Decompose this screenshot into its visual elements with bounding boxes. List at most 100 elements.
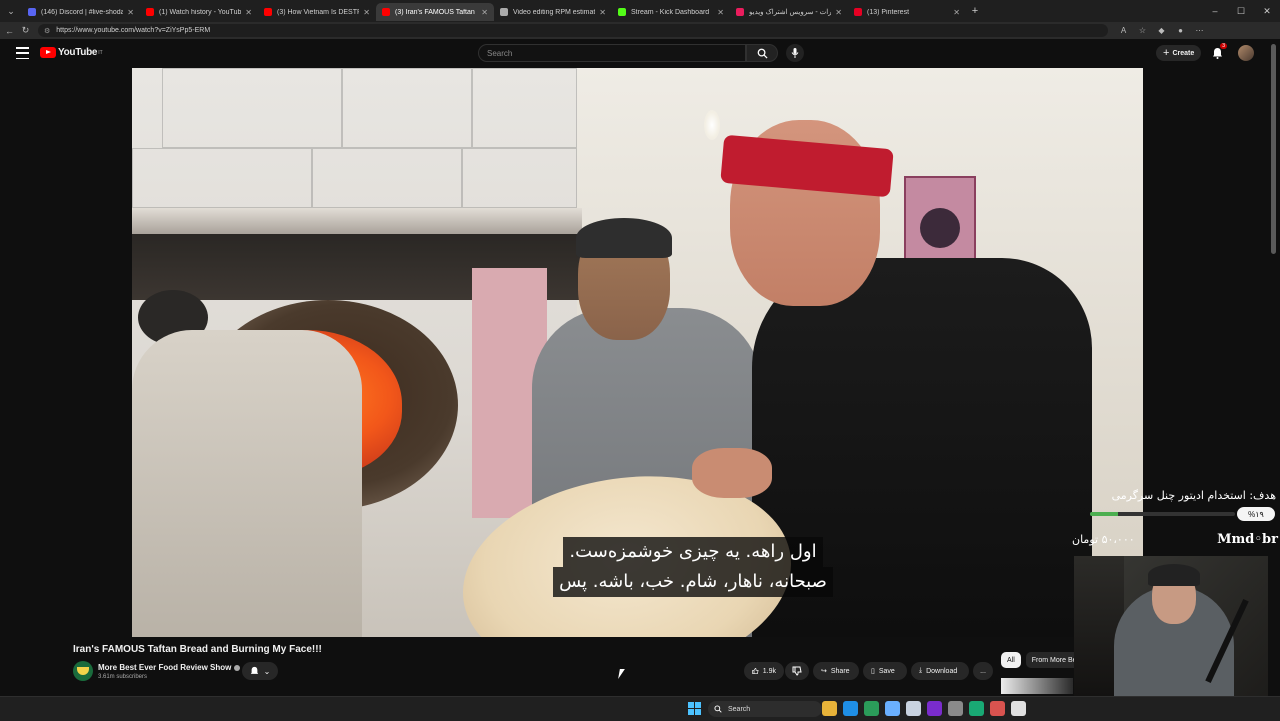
search-icon bbox=[757, 48, 768, 59]
close-tab-icon[interactable]: ✕ bbox=[481, 8, 488, 17]
youtube-header: YouTube IT Search + Create 3 bbox=[0, 39, 1280, 68]
browser-tabstrip: ⌄ (146) Discord | #live-shodam | b...✕(1… bbox=[0, 0, 1280, 22]
subscribed-bell-button[interactable]: ⌄ bbox=[242, 662, 278, 680]
video-title: Iran's FAMOUS Taftan Bread and Burning M… bbox=[73, 644, 322, 655]
taskbar-app-icon[interactable] bbox=[1011, 701, 1026, 716]
windows-start-icon[interactable] bbox=[688, 702, 701, 715]
notification-badge: 3 bbox=[1220, 43, 1227, 49]
minimize-icon[interactable]: – bbox=[1202, 0, 1228, 22]
wall-tile bbox=[462, 148, 577, 208]
share-icon: ↪ bbox=[821, 668, 827, 675]
close-tab-icon[interactable]: ✕ bbox=[245, 8, 252, 17]
country-code: IT bbox=[98, 49, 103, 56]
close-tab-icon[interactable]: ✕ bbox=[127, 8, 134, 17]
tab-title: Stream - Kick Dashboard bbox=[631, 8, 710, 16]
taskbar-app-icon[interactable] bbox=[864, 701, 879, 716]
browser-tab[interactable]: آپارات - سرویس اشتراک ویدیو ✕ bbox=[730, 3, 848, 21]
wall-tile bbox=[342, 68, 472, 148]
search-input[interactable]: Search bbox=[478, 44, 746, 62]
voice-search-button[interactable] bbox=[786, 44, 804, 62]
menu-dots-icon[interactable]: ⋯ bbox=[1190, 26, 1209, 35]
close-window-icon[interactable]: ✕ bbox=[1254, 0, 1280, 22]
profile-icon[interactable]: ● bbox=[1171, 26, 1190, 35]
notifications-button[interactable]: 3 bbox=[1210, 43, 1227, 60]
thumbs-up-icon bbox=[752, 667, 759, 675]
browser-tab[interactable]: Stream - Kick Dashboard ✕ bbox=[612, 3, 730, 21]
bell-icon bbox=[250, 666, 258, 674]
maximize-icon[interactable]: ☐ bbox=[1228, 0, 1254, 22]
close-tab-icon[interactable]: ✕ bbox=[363, 8, 370, 17]
tab-favicon-icon bbox=[618, 8, 626, 16]
extension-icon[interactable]: ◆ bbox=[1152, 26, 1171, 35]
taskbar-app-icon[interactable] bbox=[948, 701, 963, 716]
site-info-icon[interactable]: ⚙ bbox=[44, 27, 50, 35]
browser-tab[interactable]: (13) Pinterest ✕ bbox=[848, 3, 966, 21]
windows-taskbar: Search bbox=[0, 696, 1280, 721]
close-tab-icon[interactable]: ✕ bbox=[717, 8, 724, 17]
wall-tile bbox=[472, 68, 577, 148]
create-button[interactable]: + Create bbox=[1156, 45, 1202, 61]
download-button[interactable]: ⤓ Download bbox=[911, 662, 969, 680]
reload-icon[interactable]: ↻ bbox=[19, 22, 32, 39]
donation-amount: ۵۰،۰۰۰ تومان bbox=[1072, 533, 1135, 546]
tab-favicon-icon bbox=[146, 8, 154, 16]
taskbar-app-icon[interactable] bbox=[906, 701, 921, 716]
tab-search-icon[interactable]: ⌄ bbox=[0, 0, 22, 22]
window-controls: – ☐ ✕ bbox=[1202, 0, 1280, 22]
browser-tab[interactable]: Video editing RPM estimate ✕ bbox=[494, 3, 612, 21]
browser-tab[interactable]: (146) Discord | #live-shodam | b...✕ bbox=[22, 3, 140, 21]
taskbar-app-icon[interactable] bbox=[843, 701, 858, 716]
search-button[interactable] bbox=[746, 44, 778, 62]
related-video-thumbnail[interactable] bbox=[1001, 678, 1073, 694]
ceiling-light bbox=[704, 110, 720, 140]
channel-name[interactable]: More Best Ever Food Review Show bbox=[98, 663, 241, 672]
tab-title: (1) Watch history - YouTube bbox=[159, 8, 242, 16]
chip-all[interactable]: All bbox=[1001, 652, 1021, 668]
url-text: https://www.youtube.com/watch?v=ZiYsPp5-… bbox=[56, 27, 211, 34]
url-field[interactable]: ⚙ https://www.youtube.com/watch?v=ZiYsPp… bbox=[38, 24, 1108, 37]
tab-title: (146) Discord | #live-shodam | b... bbox=[41, 8, 124, 16]
save-button[interactable]: ▯ Save bbox=[863, 662, 907, 680]
man-in-grey-hair bbox=[576, 218, 672, 258]
page-scrollbar[interactable] bbox=[1271, 44, 1276, 254]
taskbar-app-icon[interactable] bbox=[990, 701, 1005, 716]
taskbar-search[interactable]: Search bbox=[708, 701, 822, 717]
close-tab-icon[interactable]: ✕ bbox=[953, 8, 960, 17]
microphone-icon bbox=[791, 48, 799, 58]
browser-tab[interactable]: (3) How Vietnam Is DESTROYING... ✕ bbox=[258, 3, 376, 21]
taskbar-app-icon[interactable] bbox=[927, 701, 942, 716]
channel-name-text: More Best Ever Food Review Show bbox=[98, 663, 232, 672]
more-actions-button[interactable]: ... bbox=[973, 662, 993, 680]
tab-title: آپارات - سرویس اشتراک ویدیو bbox=[749, 9, 832, 16]
bookmark-icon: ▯ bbox=[871, 668, 875, 675]
taskbar-app-icon[interactable] bbox=[822, 701, 837, 716]
tab-favicon-icon bbox=[500, 8, 508, 16]
taskbar-app-icon[interactable] bbox=[885, 701, 900, 716]
back-icon[interactable]: ← bbox=[3, 22, 16, 39]
close-tab-icon[interactable]: ✕ bbox=[599, 8, 606, 17]
account-avatar[interactable] bbox=[1238, 45, 1254, 61]
channel-avatar[interactable] bbox=[73, 661, 93, 681]
bookmark-star-icon[interactable]: ☆ bbox=[1133, 26, 1152, 35]
close-tab-icon[interactable]: ✕ bbox=[835, 8, 842, 17]
donation-alert: ۵۰،۰۰۰ تومان Mmd◦br bbox=[1072, 532, 1278, 547]
menu-icon[interactable] bbox=[16, 47, 29, 59]
download-icon: ⤓ bbox=[919, 667, 923, 674]
create-label: Create bbox=[1172, 49, 1195, 57]
browser-tab[interactable]: (3) Iran's FAMOUS Taftan Br... ✕ bbox=[376, 3, 494, 21]
dislike-button[interactable] bbox=[785, 662, 809, 680]
browser-tab[interactable]: (1) Watch history - YouTube ✕ bbox=[140, 3, 258, 21]
taskbar-app-icon[interactable] bbox=[969, 701, 984, 716]
share-button[interactable]: ↪ Share bbox=[813, 662, 859, 680]
tab-title: (3) Iran's FAMOUS Taftan Br... bbox=[395, 8, 477, 16]
like-button[interactable]: 1.9k bbox=[744, 662, 784, 680]
tab-favicon-icon bbox=[382, 8, 390, 16]
new-tab-button[interactable]: + bbox=[966, 2, 984, 20]
youtube-logo[interactable]: YouTube IT bbox=[40, 47, 103, 58]
like-count: 1.9k bbox=[762, 667, 776, 675]
oven-hood bbox=[132, 208, 582, 234]
host-hand bbox=[692, 448, 772, 498]
translate-icon[interactable]: A bbox=[1114, 26, 1133, 35]
share-label: Share bbox=[830, 667, 850, 675]
wall-tile bbox=[312, 148, 462, 208]
